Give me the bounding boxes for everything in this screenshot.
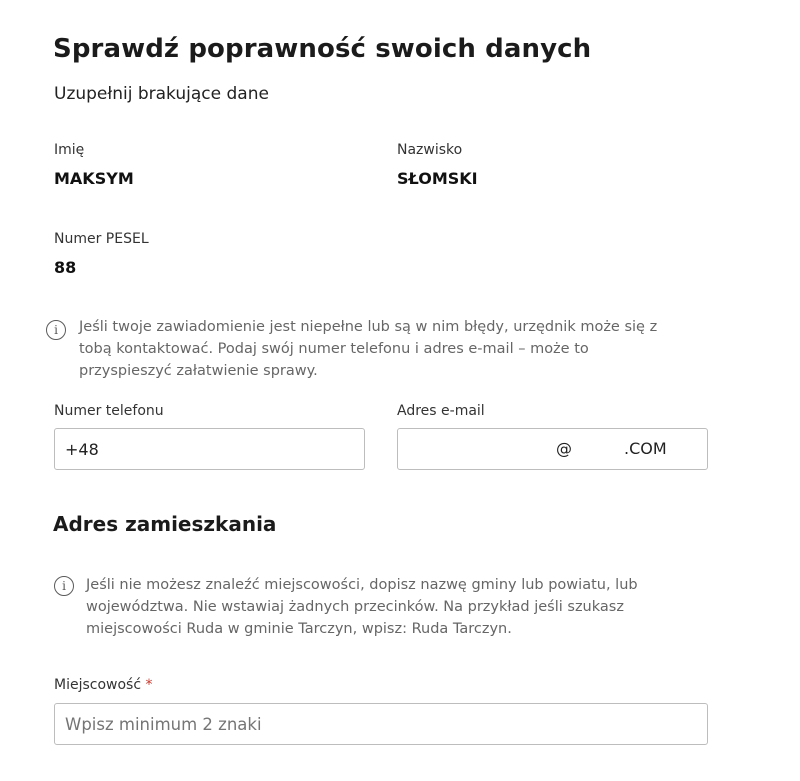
pesel-value: 88 — [54, 258, 77, 277]
address-info-note: i Jeśli nie możesz znaleźć miejscowości,… — [54, 574, 714, 640]
email-at-sign: @ — [556, 439, 572, 458]
page-title: Sprawdź poprawność swoich danych — [53, 34, 592, 64]
city-label: Miejscowość * — [54, 677, 153, 693]
phone-input[interactable]: +48 — [54, 428, 365, 470]
last-name-value: SŁOMSKI — [397, 169, 478, 188]
contact-info-text: Jeśli twoje zawiadomienie jest niepełne … — [79, 319, 658, 379]
phone-label: Numer telefonu — [54, 403, 164, 419]
city-input[interactable] — [54, 703, 708, 745]
last-name-label: Nazwisko — [397, 142, 463, 158]
info-icon: i — [54, 576, 74, 596]
email-input[interactable]: @ .COM — [397, 428, 708, 470]
phone-input-value: +48 — [65, 439, 99, 459]
address-info-text: Jeśli nie możesz znaleźć miejscowości, d… — [86, 577, 638, 637]
required-mark: * — [145, 677, 153, 693]
email-label: Adres e-mail — [397, 403, 485, 419]
contact-info-note: i Jeśli twoje zawiadomienie jest niepełn… — [46, 316, 666, 382]
email-domain: .COM — [624, 439, 667, 458]
pesel-label: Numer PESEL — [54, 231, 149, 247]
city-label-text: Miejscowość — [54, 677, 142, 693]
address-section-title: Adres zamieszkania — [53, 512, 277, 536]
page-subtitle: Uzupełnij brakujące dane — [54, 84, 269, 104]
info-icon: i — [46, 320, 66, 340]
first-name-label: Imię — [54, 142, 85, 158]
first-name-value: MAKSYM — [54, 169, 134, 188]
